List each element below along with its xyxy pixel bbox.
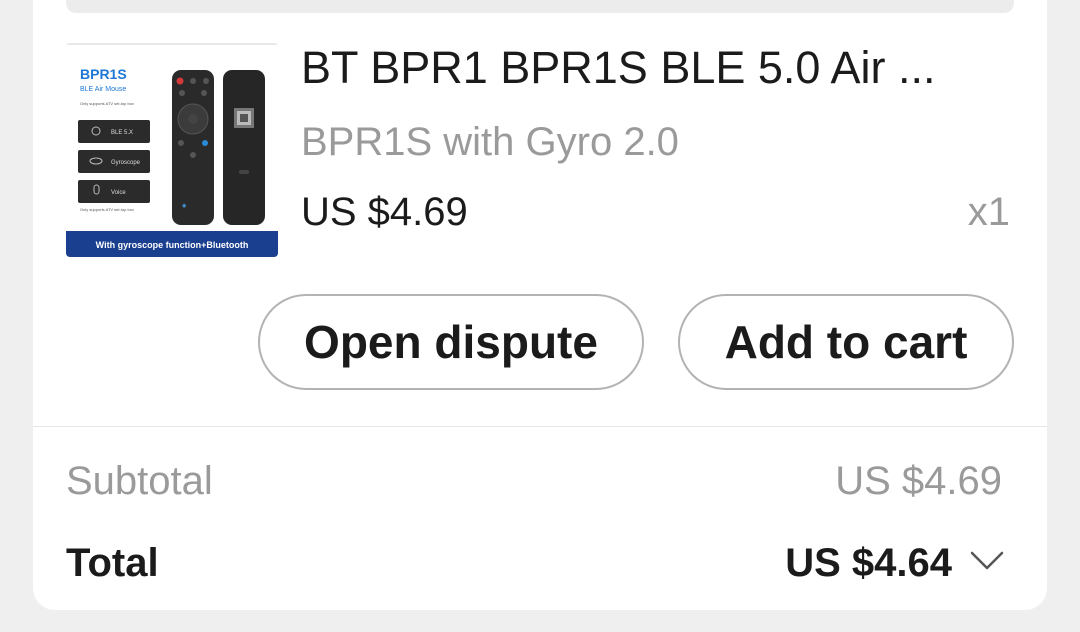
feature-box-ble: BLE 5.X — [78, 120, 150, 143]
add-to-cart-button[interactable]: Add to cart — [678, 294, 1014, 390]
svg-text:Voice: Voice — [111, 190, 126, 196]
image-subheading: BLE Air Mouse — [80, 86, 126, 93]
image-heading: BPR1S — [80, 66, 127, 82]
product-price: US $4.69 — [301, 190, 468, 234]
divider — [33, 426, 1047, 427]
feature-box-gyroscope: Gyroscope — [78, 150, 150, 173]
total-label: Total — [66, 541, 159, 585]
svg-text:Gyroscope: Gyroscope — [111, 160, 141, 166]
total-value[interactable]: US $4.64 — [785, 539, 952, 587]
chevron-down-icon[interactable] — [968, 545, 1006, 575]
open-dispute-button[interactable]: Open dispute — [258, 294, 644, 390]
svg-text:◉: ◉ — [182, 203, 187, 209]
product-variant: BPR1S with Gyro 2.0 — [301, 120, 679, 164]
previous-section-edge — [66, 0, 1014, 13]
product-thumbnail[interactable]: BPR1S BLE Air Mouse Only supports ATV se… — [66, 43, 278, 257]
image-note: Only supports ATV set-top box — [80, 101, 134, 106]
remote-front-illustration: ◉ — [172, 70, 214, 225]
product-quantity: x1 — [967, 190, 1010, 234]
subtotal-label: Subtotal — [66, 459, 213, 503]
image-banner: With gyroscope function+Bluetooth — [96, 240, 249, 250]
subtotal-value: US $4.69 — [835, 459, 1002, 503]
remote-product-image: BPR1S BLE Air Mouse Only supports ATV se… — [66, 43, 278, 257]
product-title[interactable]: BT BPR1 BPR1S BLE 5.0 Air ... — [301, 42, 981, 94]
remote-back-illustration — [223, 70, 265, 225]
image-footnote: Only supports ATV set-top box — [80, 207, 134, 212]
svg-text:BLE 5.X: BLE 5.X — [111, 130, 133, 136]
feature-box-voice: Voice — [78, 180, 150, 203]
